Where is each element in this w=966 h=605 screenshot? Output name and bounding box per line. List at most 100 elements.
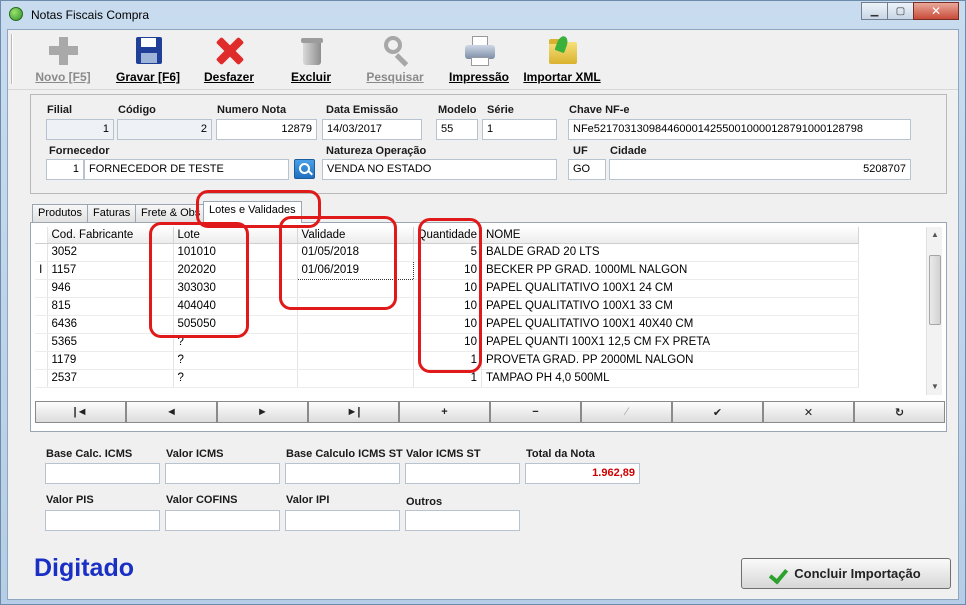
total-nota-field[interactable]: 1.962,89	[525, 463, 640, 484]
cell-validade[interactable]	[297, 351, 414, 370]
tab-frete-obs[interactable]: Frete & Obs	[135, 204, 207, 222]
cell-lote[interactable]: 505050	[173, 315, 298, 334]
refresh-records-button[interactable]: ↻	[854, 401, 945, 423]
close-button[interactable]: ✕	[913, 2, 959, 20]
cell-nome[interactable]: BECKER PP GRAD. 1000ML NALGON	[481, 261, 859, 280]
cell-cod[interactable]: 1179	[47, 351, 174, 370]
serie-field[interactable]: 1	[482, 119, 557, 140]
prior-record-button[interactable]: ◄	[126, 401, 217, 423]
maximize-button[interactable]: ▢	[887, 2, 914, 20]
valor-icms-st-field[interactable]	[405, 463, 520, 484]
cell-quantidade[interactable]: 10	[413, 279, 482, 298]
cell-nome[interactable]: PAPEL QUALITATIVO 100X1 40X40 CM	[481, 315, 859, 334]
table-row[interactable]: 946 303030 10 PAPEL QUALITATIVO 100X1 24…	[35, 279, 859, 298]
last-record-button[interactable]: ►|	[308, 401, 399, 423]
base-icms-st-field[interactable]	[285, 463, 400, 484]
cell-validade[interactable]	[297, 279, 414, 298]
valor-icms-field[interactable]	[165, 463, 280, 484]
cell-quantidade[interactable]: 10	[413, 333, 482, 352]
cell-quantidade[interactable]: 10	[413, 315, 482, 334]
cell-validade[interactable]: 01/05/2018	[297, 243, 414, 262]
cell-lote[interactable]: ?	[173, 333, 298, 352]
codigo-field[interactable]: 2	[117, 119, 212, 140]
tab-produtos[interactable]: Produtos	[32, 204, 89, 222]
fornecedor-search-button[interactable]	[294, 159, 315, 179]
cell-quantidade[interactable]: 5	[413, 243, 482, 262]
col-cod-fabricante[interactable]: Cod. Fabricante	[47, 227, 174, 244]
cell-validade[interactable]	[297, 315, 414, 334]
insert-record-button[interactable]: +	[399, 401, 490, 423]
excluir-button[interactable]: Excluir	[284, 34, 338, 86]
novo-button[interactable]: Novo [F5]	[32, 34, 94, 86]
delete-record-button[interactable]: −	[490, 401, 581, 423]
cell-validade[interactable]	[297, 333, 414, 352]
col-quantidade[interactable]: Quantidade	[413, 227, 482, 244]
valor-cofins-field[interactable]	[165, 510, 280, 531]
natureza-field[interactable]: VENDA NO ESTADO	[322, 159, 557, 180]
cell-nome[interactable]: PROVETA GRAD. PP 2000ML NALGON	[481, 351, 859, 370]
numero-nota-field[interactable]: 12879	[216, 119, 317, 140]
cell-cod[interactable]: 815	[47, 297, 174, 316]
uf-field[interactable]: GO	[568, 159, 606, 180]
cell-cod[interactable]: 2537	[47, 369, 174, 388]
cell-cod[interactable]: 1157	[47, 261, 174, 280]
cell-cod[interactable]: 6436	[47, 315, 174, 334]
minimize-button[interactable]: ▁	[861, 2, 888, 20]
scroll-down-arrow[interactable]: ▼	[927, 379, 943, 395]
fornecedor-code-field[interactable]: 1	[46, 159, 84, 180]
cell-lote[interactable]: 404040	[173, 297, 298, 316]
cell-quantidade[interactable]: 10	[413, 261, 482, 280]
next-record-button[interactable]: ►	[217, 401, 308, 423]
cell-lote[interactable]: 101010	[173, 243, 298, 262]
post-record-button[interactable]: ✔	[672, 401, 763, 423]
cell-cod[interactable]: 3052	[47, 243, 174, 262]
cell-quantidade[interactable]: 1	[413, 369, 482, 388]
cell-validade[interactable]	[297, 297, 414, 316]
impressao-button[interactable]: Impressão	[446, 34, 512, 86]
outros-field[interactable]	[405, 510, 520, 531]
cidade-field[interactable]: 5208707	[609, 159, 911, 180]
tab-lotes-validades[interactable]: Lotes e Validades	[203, 201, 302, 223]
cell-cod[interactable]: 5365	[47, 333, 174, 352]
table-row[interactable]: 2537 ? 1 TAMPAO PH 4,0 500ML	[35, 369, 859, 388]
cell-nome[interactable]: BALDE GRAD 20 LTS	[481, 243, 859, 262]
scroll-up-arrow[interactable]: ▲	[927, 227, 943, 243]
cell-validade[interactable]	[297, 369, 414, 388]
desfazer-button[interactable]: Desfazer	[198, 34, 260, 86]
first-record-button[interactable]: |◄	[35, 401, 126, 423]
lotes-grid[interactable]: Cod. Fabricante Lote Validade Quantidade…	[35, 227, 929, 389]
col-lote[interactable]: Lote	[173, 227, 298, 244]
gravar-button[interactable]: Gravar [F6]	[112, 34, 184, 86]
data-emissao-field[interactable]: 14/03/2017	[322, 119, 422, 140]
col-validade[interactable]: Validade	[297, 227, 414, 244]
base-icms-field[interactable]	[45, 463, 160, 484]
col-nome[interactable]: NOME	[481, 227, 859, 244]
cancel-record-button[interactable]: ✕	[763, 401, 854, 423]
cell-validade-editing[interactable]: 01/06/2019	[296, 260, 414, 280]
grid-vertical-scrollbar[interactable]: ▲ ▼	[926, 227, 942, 395]
cell-quantidade[interactable]: 10	[413, 297, 482, 316]
cell-nome[interactable]: PAPEL QUALITATIVO 100X1 33 CM	[481, 297, 859, 316]
table-row[interactable]: 5365 ? 10 PAPEL QUANTI 100X1 12,5 CM FX …	[35, 333, 859, 352]
edit-record-button[interactable]: ⁄	[581, 401, 672, 423]
cell-nome[interactable]: PAPEL QUANTI 100X1 12,5 CM FX PRETA	[481, 333, 859, 352]
table-row[interactable]: 3052 101010 01/05/2018 5 BALDE GRAD 20 L…	[35, 243, 859, 262]
cell-lote[interactable]: ?	[173, 369, 298, 388]
cell-lote[interactable]: 202020	[173, 261, 298, 280]
filial-field[interactable]: 1	[46, 119, 114, 140]
cell-nome[interactable]: TAMPAO PH 4,0 500ML	[481, 369, 859, 388]
cell-quantidade[interactable]: 1	[413, 351, 482, 370]
tab-faturas[interactable]: Faturas	[87, 204, 137, 222]
cell-lote[interactable]: ?	[173, 351, 298, 370]
concluir-importacao-button[interactable]: Concluir Importação	[741, 558, 951, 589]
fornecedor-name-field[interactable]: FORNECEDOR DE TESTE	[84, 159, 289, 180]
valor-pis-field[interactable]	[45, 510, 160, 531]
valor-ipi-field[interactable]	[285, 510, 400, 531]
modelo-field[interactable]: 55	[436, 119, 478, 140]
table-row[interactable]: 1179 ? 1 PROVETA GRAD. PP 2000ML NALGON	[35, 351, 859, 370]
cell-cod[interactable]: 946	[47, 279, 174, 298]
chave-nfe-field[interactable]: NFe5217031309844600014255001000012879100…	[568, 119, 911, 140]
pesquisar-button[interactable]: Pesquisar	[362, 34, 428, 86]
table-row[interactable]: I 1157 202020 01/06/2019 10 BECKER PP GR…	[35, 260, 859, 280]
table-row[interactable]: 815 404040 10 PAPEL QUALITATIVO 100X1 33…	[35, 297, 859, 316]
